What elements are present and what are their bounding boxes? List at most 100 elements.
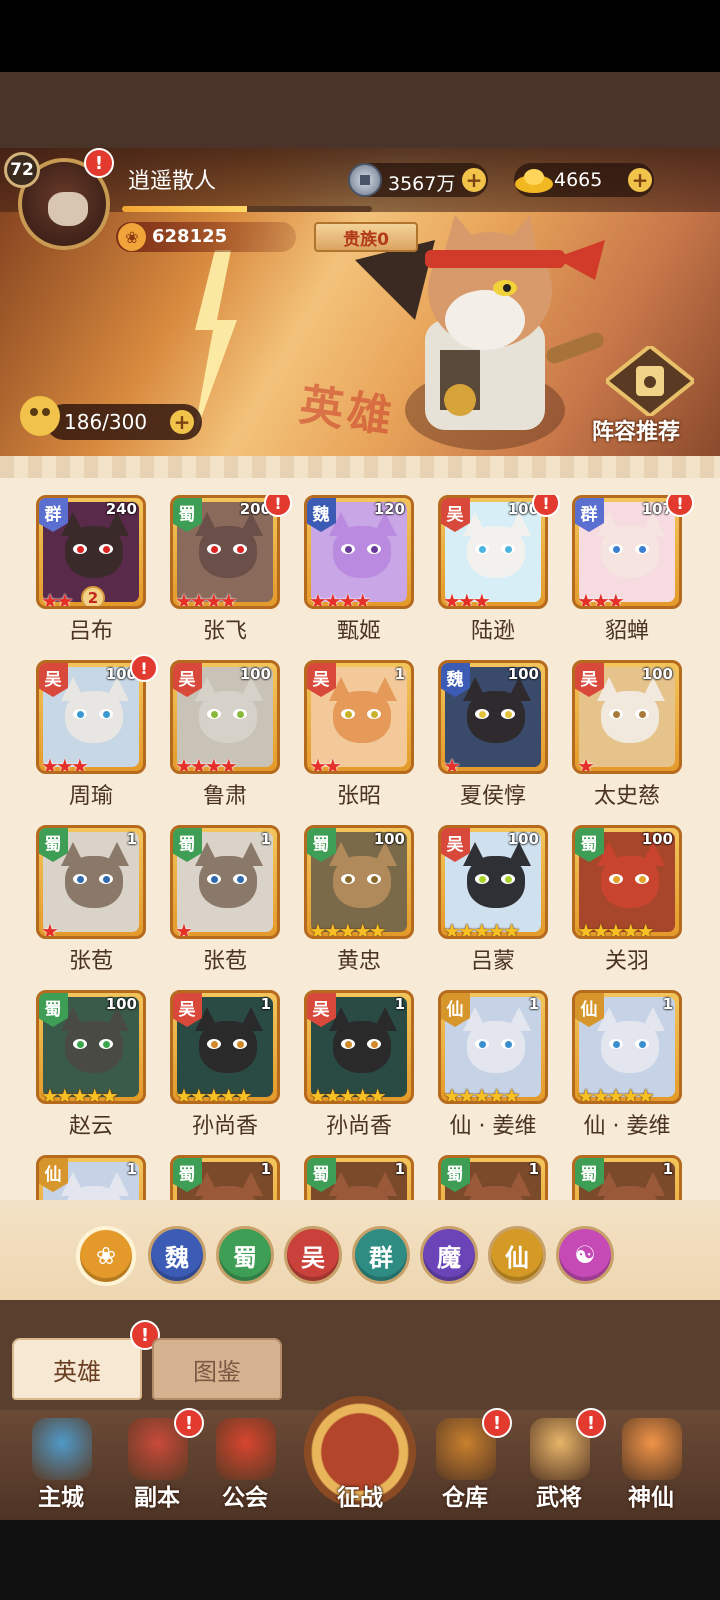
hero-portrait: 蜀 200 ★★★★	[170, 495, 280, 609]
filter-mo-button[interactable]: 魔	[420, 1226, 478, 1284]
hero-card[interactable]: 吴 100 ★★★! 周瑜	[36, 654, 158, 810]
tab-heroes[interactable]: 英雄	[12, 1338, 142, 1400]
noble-rank-button[interactable]: 贵族0	[314, 222, 418, 252]
hero-name: 张苞	[68, 949, 113, 974]
hero-portrait: 仙 1 ★★★★★	[438, 990, 548, 1104]
cat-eye	[635, 544, 649, 554]
tab-codex[interactable]: 图鉴	[152, 1338, 282, 1400]
hero-card[interactable]: 仙 1 ★★★★★ 仙 · 姜维	[572, 990, 682, 1140]
nav-immortals[interactable]: 神仙	[606, 1416, 696, 1516]
hero-card[interactable]: 蜀 1 ★ 张苞	[36, 825, 146, 975]
hero-name: 黄忠	[336, 949, 381, 974]
cat-eye	[635, 709, 649, 719]
hero-card[interactable]: 蜀 200 ★★★★! 张飞	[170, 495, 292, 645]
star-rating: ★★★★★	[443, 1084, 521, 1104]
add-gold-button[interactable]: +	[628, 168, 652, 192]
power-value: 628125	[152, 226, 228, 247]
hero-card[interactable]: 吴 100 ★ 太史慈	[572, 660, 682, 810]
hero-card[interactable]: 吴 100 ★★★★ 鲁肃	[170, 660, 280, 810]
add-stamina-button[interactable]: +	[170, 410, 194, 434]
cat-eye	[233, 1039, 247, 1049]
hero-card[interactable]: 蜀1	[304, 1155, 414, 1200]
hero-card[interactable]: 吴 100 ★★★★★ 吕蒙	[438, 825, 548, 975]
star-rating: ★	[175, 919, 193, 939]
hero-level: 100	[239, 665, 271, 683]
cat-eye	[501, 1039, 515, 1049]
hero-card[interactable]: 群 240 ★★ 2 吕布	[36, 495, 146, 645]
system-nav-bar	[0, 1520, 720, 1600]
hero-card[interactable]: 仙1	[36, 1155, 146, 1200]
hero-card[interactable]: 蜀1	[170, 1155, 280, 1200]
star-rating: ★★★★★	[309, 1084, 387, 1104]
cat-eye	[99, 874, 113, 884]
cat-eye	[367, 544, 381, 554]
hero-card[interactable]: 蜀1	[572, 1155, 682, 1200]
nav-label: 仓库	[442, 1485, 488, 1511]
star-rating: ★★★	[41, 754, 89, 774]
nav-alert-icon: !	[576, 1408, 606, 1438]
hero-name: 周瑜	[68, 784, 113, 809]
hero-portrait: 吴 1 ★★★★★	[170, 990, 280, 1104]
hero-name: 夏侯惇	[459, 784, 526, 809]
cat-eye	[207, 874, 221, 884]
hero-name: 仙 · 姜维	[449, 1114, 537, 1139]
hero-name: 陆逊	[470, 619, 515, 644]
star-rating: ★	[41, 919, 59, 939]
hero-portrait: 吴 100 ★★★	[36, 660, 146, 774]
player-level-badge: 72	[4, 152, 40, 188]
hero-level: 100	[507, 665, 539, 683]
hero-card[interactable]: 群 107 ★★★! 貂蝉	[572, 495, 694, 645]
nav-dungeon[interactable]: 副本!	[112, 1408, 204, 1516]
cat-eye	[233, 709, 247, 719]
flag-icon	[216, 1418, 276, 1480]
filter-wu-button[interactable]: 吴	[284, 1226, 342, 1284]
hero-card[interactable]: 蜀 1 ★ 张苞	[170, 825, 280, 975]
copper-amount: 3567万	[388, 173, 456, 195]
cat-eye	[367, 709, 381, 719]
hero-card[interactable]: 吴 1 ★★★★★ 孙尚香	[170, 990, 280, 1140]
cat-eye	[341, 874, 355, 884]
hero-card[interactable]: 魏 120 ★★★★ 甄姬	[304, 495, 414, 645]
stamina-value: 186/300	[64, 410, 148, 434]
lineup-recommend-label[interactable]: 阵容推荐	[592, 414, 680, 446]
nav-warehouse[interactable]: 仓库!	[420, 1408, 512, 1516]
hero-card[interactable]: 吴 1 ★★ 张昭	[304, 660, 414, 810]
star-rating: ★★★★★	[41, 1084, 119, 1104]
hero-card[interactable]: 魏 100 ★ 夏侯惇	[438, 660, 548, 810]
add-copper-button[interactable]: +	[462, 168, 486, 192]
hero-card[interactable]: 吴 1 ★★★★★ 孙尚香	[304, 990, 414, 1140]
hero-level: 1	[260, 830, 271, 848]
filter-all-button[interactable]: ❀	[76, 1226, 136, 1286]
copper-coin-icon	[348, 163, 382, 197]
hero-portrait: 蜀 100 ★★★★★	[572, 825, 682, 939]
hero-card[interactable]: 吴 100 ★★★! 陆逊	[438, 495, 560, 645]
filter-special-button[interactable]: ☯	[556, 1226, 614, 1284]
cat-eye	[635, 1039, 649, 1049]
exp-bar	[122, 206, 372, 212]
hero-portrait: 蜀1	[170, 1155, 280, 1200]
hero-portrait: 蜀1	[438, 1155, 548, 1200]
nav-generals[interactable]: 武将!	[514, 1408, 606, 1516]
nav-guild[interactable]: 公会	[200, 1416, 290, 1516]
hero-card[interactable]: 蜀1	[438, 1155, 548, 1200]
cat-eye	[475, 544, 489, 554]
cat-eye	[475, 874, 489, 884]
star-rating: ★	[443, 754, 461, 774]
lineup-recommend-icon[interactable]	[606, 346, 694, 416]
nav-campaign[interactable]: 征战	[294, 1382, 426, 1518]
nav-main-city[interactable]: 主城	[16, 1416, 106, 1516]
star-rating: ★	[577, 754, 595, 774]
filter-wei-button[interactable]: 魏	[148, 1226, 206, 1284]
status-bar	[0, 0, 720, 72]
player-name: 逍遥散人	[128, 169, 217, 194]
filter-shu-button[interactable]: 蜀	[216, 1226, 274, 1284]
hero-card[interactable]: 蜀 100 ★★★★★ 黄忠	[304, 825, 414, 975]
filter-qun-button[interactable]: 群	[352, 1226, 410, 1284]
hero-card[interactable]: 蜀 100 ★★★★★ 赵云	[36, 990, 146, 1140]
filter-xian-button[interactable]: 仙	[488, 1226, 546, 1284]
hero-portrait: 群 107 ★★★	[572, 495, 682, 609]
star-rating: ★★★★★	[175, 1084, 253, 1104]
hero-card[interactable]: 仙 1 ★★★★★ 仙 · 姜维	[438, 990, 548, 1140]
hero-card[interactable]: 蜀 100 ★★★★★ 关羽	[572, 825, 682, 975]
hero-name: 太史慈	[593, 784, 660, 809]
